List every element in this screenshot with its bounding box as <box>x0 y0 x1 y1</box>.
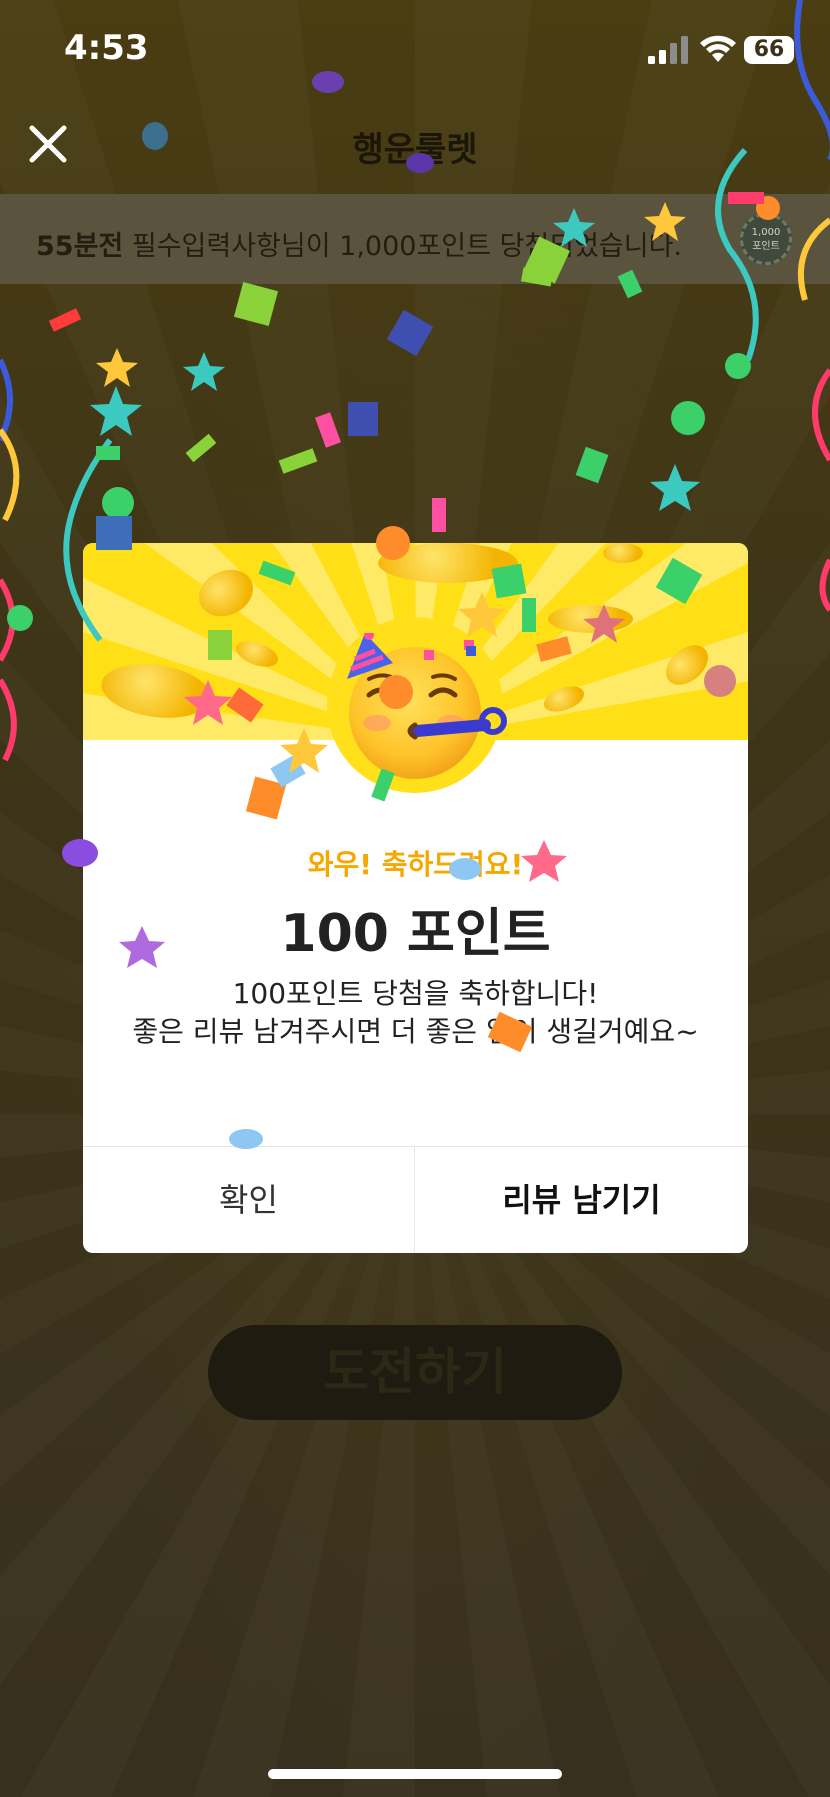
modal-points-title: 100 포인트 <box>280 904 551 964</box>
party-face-icon <box>347 633 507 779</box>
confirm-button[interactable]: 확인 <box>83 1147 414 1253</box>
battery-indicator: 66 <box>744 36 794 64</box>
modal-message-line1: 100포인트 당첨을 축하합니다! <box>232 977 599 1010</box>
coin-badge-amount: 1,000 <box>751 227 781 238</box>
point-coin-badge: 1,000 포인트 <box>740 213 792 265</box>
ticker-text: 55분전 필수입력사항님이 1,000포인트 당첨되었습니다. <box>36 224 682 263</box>
home-indicator <box>268 1769 562 1779</box>
ticker-message: 필수입력사항님이 1,000포인트 당첨되었습니다. <box>131 231 683 262</box>
battery-tip <box>796 44 800 56</box>
modal-message-line2: 좋은 리뷰 남겨주시면 더 좋은 일이 생길거예요~ <box>132 1015 699 1048</box>
coin-badge-unit: 포인트 <box>752 241 780 252</box>
modal-message: 100포인트 당첨을 축하합니다! 좋은 리뷰 남겨주시면 더 좋은 일이 생길… <box>83 975 748 1051</box>
status-bar: 4:53 66 <box>0 0 830 100</box>
modal-subtitle: 와우! 축하드려요! <box>307 848 524 881</box>
page-title: 행운룰렛 <box>352 130 478 170</box>
challenge-button: 도전하기 <box>208 1325 622 1420</box>
reward-modal: 와우! 축하드려요! 100 포인트 100포인트 당첨을 축하합니다! 좋은 … <box>83 543 748 1253</box>
wifi-icon <box>700 35 736 62</box>
modal-footer: 확인 리뷰 남기기 <box>83 1146 748 1253</box>
write-review-button[interactable]: 리뷰 남기기 <box>415 1147 748 1253</box>
gold-coin-icon <box>548 605 633 633</box>
ticker-time-ago: 55분전 <box>36 231 124 262</box>
cellular-signal-icon <box>648 36 688 64</box>
status-time: 4:53 <box>64 28 149 68</box>
gold-coin-icon <box>378 543 518 583</box>
gold-coin-icon <box>603 543 643 563</box>
